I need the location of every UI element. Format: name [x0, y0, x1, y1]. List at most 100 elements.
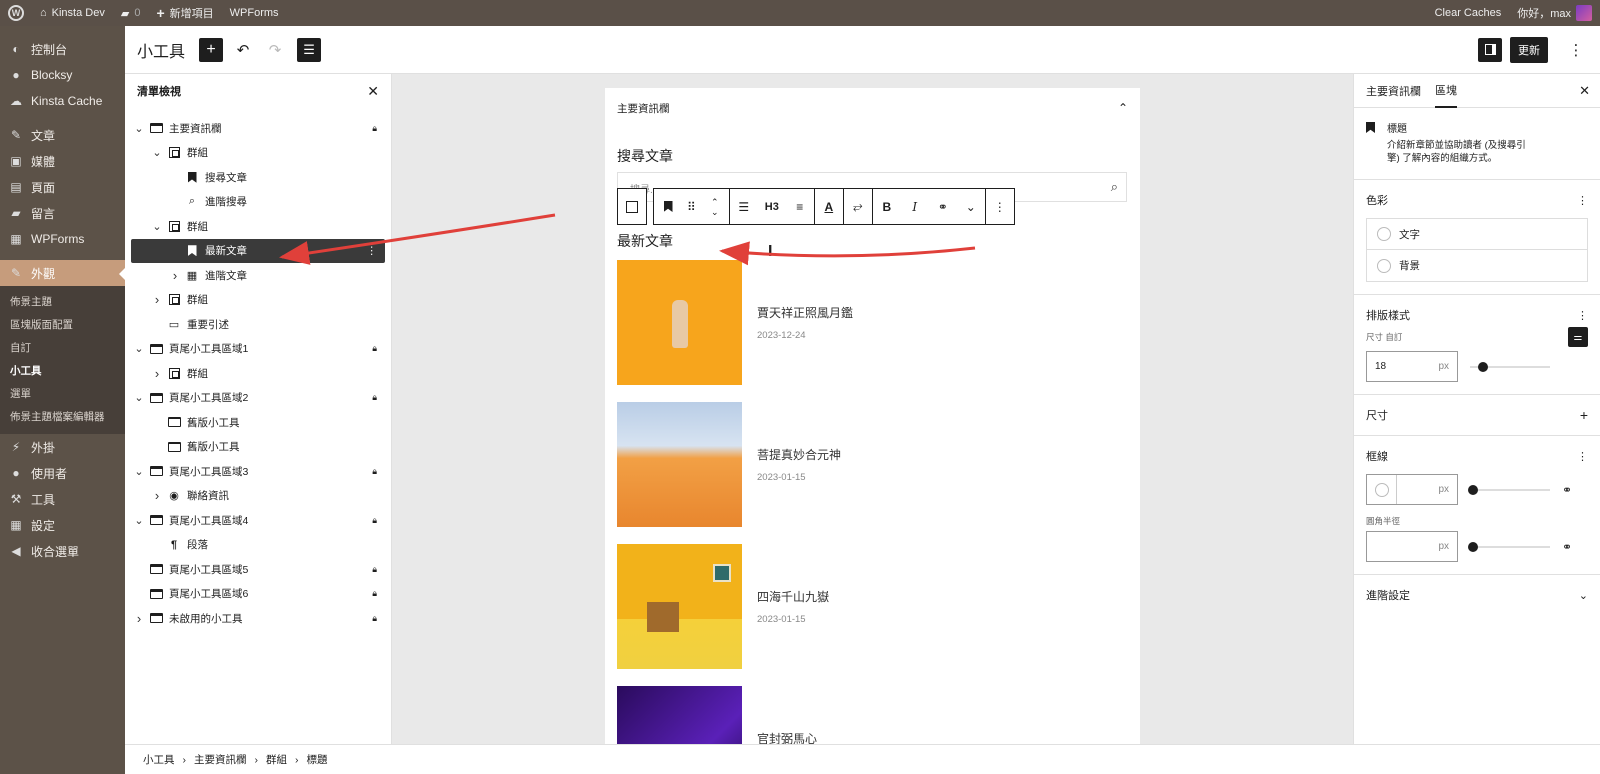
close-list-view-button[interactable]: ✕ [367, 83, 379, 100]
post-thumbnail[interactable] [617, 544, 742, 669]
list-view-row[interactable]: 搜尋文章 [125, 165, 391, 190]
post-title[interactable]: 賈天祥正照風月鑑 [757, 304, 853, 321]
font-size-input[interactable]: 18 px [1366, 351, 1458, 382]
list-view-button[interactable]: ☰ [297, 37, 322, 62]
list-view-row[interactable]: 頁尾小工具區域5 🔒︎ [125, 557, 391, 582]
clear-caches-link[interactable]: Clear Caches [1427, 0, 1510, 26]
submenu-item[interactable]: 小工具 [0, 359, 125, 382]
post-thumbnail[interactable] [617, 686, 742, 744]
chevron-right-icon[interactable]: › [151, 366, 163, 381]
chevron-right-icon[interactable]: › [169, 268, 181, 283]
close-sidebar-button[interactable]: ✕ [1579, 83, 1590, 99]
submenu-item[interactable]: 自訂 [0, 336, 125, 359]
post-list-item[interactable]: 官封弼馬心 [617, 686, 1127, 744]
menu-item-forms[interactable]: ▦ WPForms [0, 226, 125, 252]
list-view-row[interactable]: › ◉ 聯絡資訊 [125, 484, 391, 509]
text-color-option[interactable]: 文字 [1367, 219, 1587, 250]
menu-item-appearance[interactable]: ✎ 外觀 [0, 260, 125, 286]
settings-toggle-button[interactable] [1478, 37, 1502, 62]
unlink-sides-button[interactable]: ⚭ [1562, 483, 1572, 497]
post-title[interactable]: 四海千山九嶽 [757, 588, 829, 605]
undo-button[interactable]: ↶ [231, 38, 255, 62]
list-view-row[interactable]: ⌄ 群組 [125, 141, 391, 166]
border-radius-input[interactable]: px [1366, 531, 1458, 562]
list-view-row[interactable]: ⌄ 頁尾小工具區域3 🔒︎ [125, 459, 391, 484]
submenu-item[interactable]: 佈景主題 [0, 290, 125, 313]
post-list-item[interactable]: 賈天祥正照風月鑑 2023-12-24 [617, 260, 1127, 385]
tab-widget-area[interactable]: 主要資訊欄 [1366, 74, 1421, 108]
menu-item-page[interactable]: ▤ 頁面 [0, 174, 125, 200]
list-view-row[interactable]: ⌄ 頁尾小工具區域2 🔒︎ [125, 386, 391, 411]
list-view-row[interactable]: ¶ 段落 [125, 533, 391, 558]
border-color-swatch[interactable] [1367, 475, 1397, 504]
menu-item-cloud[interactable]: ☁ Kinsta Cache [0, 88, 125, 114]
list-view-row[interactable]: 最新文章 ⋮ [131, 238, 385, 263]
site-name-link[interactable]: ⌂ Kinsta Dev [32, 0, 113, 26]
menu-item-plugin[interactable]: ⚡ 外掛 [0, 434, 125, 460]
slider-knob[interactable] [1478, 361, 1488, 372]
search-heading[interactable]: 搜尋文章 [617, 146, 1140, 166]
more-rich-text-button[interactable]: ⌄ [957, 189, 985, 224]
breadcrumb-item[interactable]: 主要資訊欄 [194, 752, 247, 767]
chevron-right-icon[interactable]: › [151, 292, 163, 307]
list-view-row[interactable]: 頁尾小工具區域6 🔒︎ [125, 582, 391, 607]
color-options-button[interactable]: ⋮ [1577, 194, 1588, 207]
wpforms-link[interactable]: WPForms [222, 0, 287, 26]
border-width-slider[interactable] [1468, 484, 1550, 495]
move-up-down-buttons[interactable]: ⌃ ⌄ [701, 189, 729, 224]
italic-button[interactable]: I [901, 189, 929, 224]
chevron-right-icon[interactable]: › [151, 488, 163, 503]
chevron-down-icon[interactable]: ⌄ [133, 465, 145, 478]
custom-size-toggle[interactable]: ⚌ [1568, 327, 1588, 347]
breadcrumb-item[interactable]: 群組 [266, 752, 287, 767]
post-thumbnail[interactable] [617, 402, 742, 527]
link-button[interactable]: ⚭ [929, 189, 957, 224]
breadcrumb-item[interactable]: 小工具 [143, 752, 175, 767]
chevron-down-icon[interactable]: ⌄ [133, 514, 145, 527]
menu-item-blocksy[interactable]: ● Blocksy [0, 62, 125, 88]
advanced-section-title[interactable]: 進階設定 [1366, 587, 1410, 603]
post-list-item[interactable]: 四海千山九嶽 2023-01-15 [617, 544, 1127, 669]
list-view-row[interactable]: › ▦ 進階文章 [125, 263, 391, 288]
drag-handle[interactable]: ⠿ [682, 189, 701, 224]
bold-button[interactable]: B [873, 189, 901, 224]
border-radius-slider[interactable] [1468, 541, 1550, 552]
chevron-down-icon[interactable]: ⌄ [133, 122, 145, 135]
redo-button[interactable]: ↷ [263, 38, 287, 62]
chevron-right-icon[interactable]: › [133, 611, 145, 626]
collapse-widget-area-button[interactable]: ⌃ [1118, 101, 1128, 115]
menu-item-wrench[interactable]: ⚒ 工具 [0, 486, 125, 512]
post-list-item[interactable]: 菩提真妙合元神 2023-01-15 [617, 402, 1127, 527]
unlink-corners-button[interactable]: ⚭ [1562, 540, 1572, 554]
latest-posts-heading[interactable]: 最新文章 [617, 231, 673, 251]
chevron-down-icon[interactable]: ⌄ [151, 146, 163, 159]
menu-item-comment[interactable]: ▰ 留言 [0, 200, 125, 226]
list-view-row[interactable]: ⌄ 頁尾小工具區域4 🔒︎ [125, 508, 391, 533]
font-size-slider[interactable] [1470, 361, 1550, 372]
chevron-down-icon[interactable]: ⌄ [151, 220, 163, 233]
list-view-row[interactable]: › 群組 [125, 288, 391, 313]
list-view-row[interactable]: ⌄ 頁尾小工具區域1 🔒︎ [125, 337, 391, 362]
list-view-row[interactable]: ▭ 重要引述 [125, 312, 391, 337]
account-menu[interactable]: 你好，max [1509, 0, 1600, 26]
menu-item-pin[interactable]: ✎ 文章 [0, 122, 125, 148]
list-view-row[interactable]: ⌄ 群組 [125, 214, 391, 239]
list-view-row[interactable]: 舊版小工具 [125, 435, 391, 460]
chevron-down-icon[interactable]: ⌄ [133, 391, 145, 404]
menu-item-media[interactable]: ▣ 媒體 [0, 148, 125, 174]
border-width-input[interactable]: px [1366, 474, 1458, 505]
slider-knob[interactable] [1468, 484, 1478, 495]
add-dimensions-button[interactable]: + [1580, 407, 1588, 423]
post-title[interactable]: 菩提真妙合元神 [757, 446, 841, 463]
list-view-row[interactable]: › 群組 [125, 361, 391, 386]
menu-item-settings[interactable]: ▦ 設定 [0, 512, 125, 538]
tab-block[interactable]: 區塊 [1435, 74, 1457, 108]
list-view-row[interactable]: ⌕ 進階搜尋 [125, 190, 391, 215]
chevron-down-icon[interactable]: ⌄ [133, 342, 145, 355]
typography-options-button[interactable]: ⋮ [1577, 309, 1588, 322]
list-view-row[interactable]: ⌄ 主要資訊欄 🔒︎ [125, 116, 391, 141]
transform-button[interactable]: ⥂ [844, 189, 872, 224]
more-vertical-icon[interactable]: ⋮ [367, 245, 378, 257]
widget-area-block[interactable]: 主要資訊欄 ⌃ 搜尋文章 搜尋... ⌕ 最新文章 賈天祥正照風月鑑2023-1… [605, 88, 1140, 744]
background-color-option[interactable]: 背景 [1367, 250, 1587, 281]
